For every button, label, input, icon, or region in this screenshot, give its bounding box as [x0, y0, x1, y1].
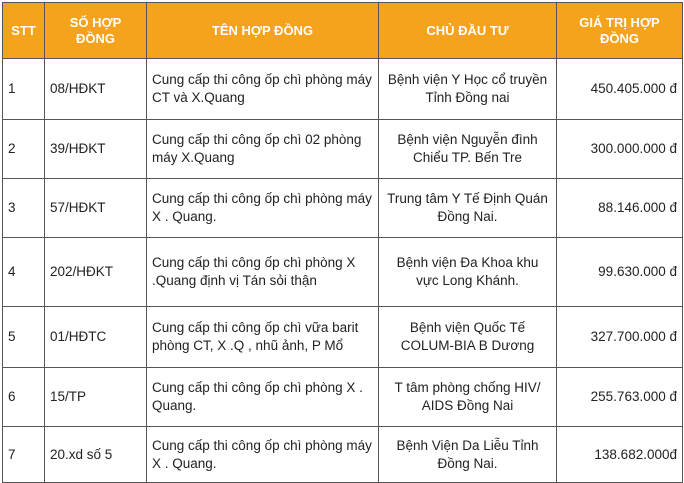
table-row: 7 20.xd số 5 Cung cấp thi công ốp chì ph… — [2, 426, 683, 483]
cell-value: 450.405.000 đ — [556, 58, 683, 120]
cell-stt: 1 — [2, 58, 45, 120]
cell-contract-no: 202/HĐKT — [44, 237, 147, 307]
header-contract-no: SỐ HỢP ĐỒNG — [44, 2, 147, 59]
table-row: 6 15/TP Cung cấp thi công ốp chì phòng X… — [2, 367, 683, 427]
cell-stt: 5 — [2, 306, 45, 368]
cell-contract-no: 08/HĐKT — [44, 58, 147, 120]
cell-investor: Trung tâm Y Tế Định Quán Đồng Nai. — [378, 178, 557, 238]
cell-stt: 2 — [2, 119, 45, 179]
cell-contract-name: Cung cấp thi công ốp chì phòng X . Quang… — [146, 367, 379, 427]
cell-investor: Bệnh viện Quốc Tế COLUM-BIA B Dương — [378, 306, 557, 368]
header-contract-name: TÊN HỢP ĐỒNG — [146, 2, 379, 59]
cell-value: 255.763.000 đ — [556, 367, 683, 427]
cell-investor: T tâm phòng chống HIV/ AIDS Đồng Nai — [378, 367, 557, 427]
cell-investor: Bệnh viện Nguyễn đình Chiểu TP. Bến Tre — [378, 119, 557, 179]
cell-value: 300.000.000 đ — [556, 119, 683, 179]
table-header-row: STT SỐ HỢP ĐỒNG TÊN HỢP ĐỒNG CHỦ ĐẦU TƯ … — [2, 2, 683, 59]
cell-contract-no: 20.xd số 5 — [44, 426, 147, 483]
header-investor: CHỦ ĐẦU TƯ — [378, 2, 557, 59]
cell-contract-name: Cung cấp thi công ốp chì phòng máy X . Q… — [146, 426, 379, 483]
header-stt: STT — [2, 2, 45, 59]
cell-stt: 7 — [2, 426, 45, 483]
cell-contract-name: Cung cấp thi công ốp chì phòng X .Quang … — [146, 237, 379, 307]
cell-stt: 3 — [2, 178, 45, 238]
cell-contract-no: 39/HĐKT — [44, 119, 147, 179]
table-row: 4 202/HĐKT Cung cấp thi công ốp chì phòn… — [2, 237, 683, 307]
cell-contract-no: 57/HĐKT — [44, 178, 147, 238]
cell-value: 327.700.000 đ — [556, 306, 683, 368]
cell-contract-no: 01/HĐTC — [44, 306, 147, 368]
cell-investor: Bệnh viện Đa Khoa khu vực Long Khánh. — [378, 237, 557, 307]
table-row: 2 39/HĐKT Cung cấp thi công ốp chì 02 ph… — [2, 119, 683, 179]
cell-contract-name: Cung cấp thi công ốp chì phòng máy CT và… — [146, 58, 379, 120]
cell-stt: 6 — [2, 367, 45, 427]
cell-investor: Bệnh viện Y Học cổ truyền Tỉnh Đồng nai — [378, 58, 557, 120]
cell-contract-name: Cung cấp thi công ốp chì 02 phòng máy X.… — [146, 119, 379, 179]
table-row: 3 57/HĐKT Cung cấp thi công ốp chì phòng… — [2, 178, 683, 238]
cell-value: 99.630.000 đ — [556, 237, 683, 307]
cell-investor: Bệnh Viện Da Liễu Tỉnh Đồng Nai. — [378, 426, 557, 483]
cell-value: 88.146.000 đ — [556, 178, 683, 238]
cell-stt: 4 — [2, 237, 45, 307]
table-row: 5 01/HĐTC Cung cấp thi công ốp chì vữa b… — [2, 306, 683, 368]
cell-contract-name: Cung cấp thi công ốp chì vữa barit phòng… — [146, 306, 379, 368]
cell-contract-no: 15/TP — [44, 367, 147, 427]
table-row: 1 08/HĐKT Cung cấp thi công ốp chì phòng… — [2, 58, 683, 120]
cell-contract-name: Cung cấp thi công ốp chì phòng máy X . Q… — [146, 178, 379, 238]
header-value: GIÁ TRỊ HỢP ĐỒNG — [556, 2, 683, 59]
cell-value: 138.682.000đ — [556, 426, 683, 483]
contracts-table: STT SỐ HỢP ĐỒNG TÊN HỢP ĐỒNG CHỦ ĐẦU TƯ … — [2, 2, 683, 483]
